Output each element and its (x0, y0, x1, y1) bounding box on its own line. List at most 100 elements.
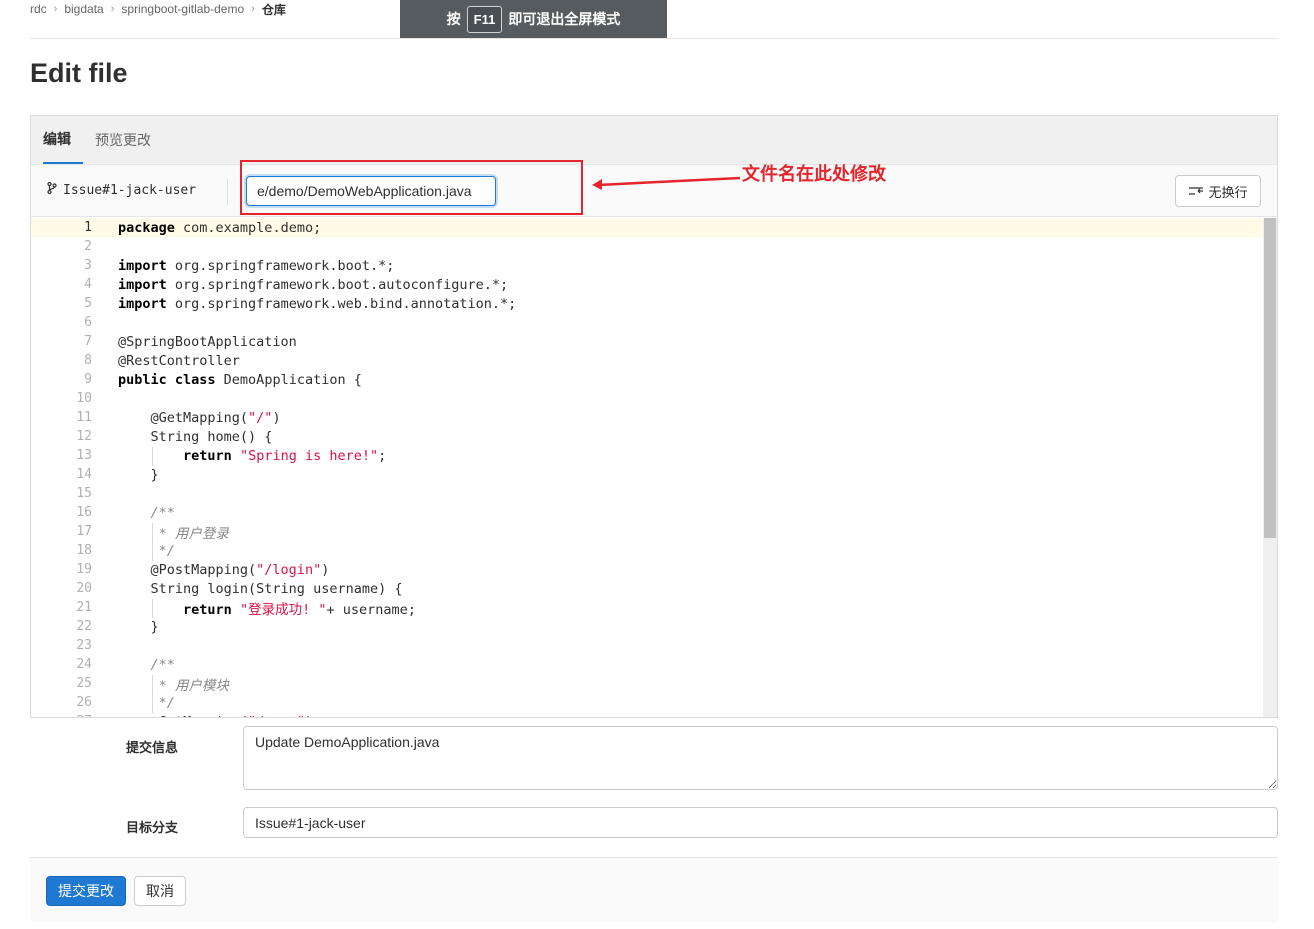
target-branch-label: 目标分支 (126, 820, 179, 835)
line-number: 19 (76, 562, 92, 577)
code-text: package com.example.demo; (92, 220, 321, 236)
line-number: 11 (76, 410, 92, 425)
code-text: @SpringBootApplication (92, 334, 297, 350)
code-line[interactable]: 21 return "登录成功! "+ username; (31, 598, 1277, 618)
code-line[interactable]: 17 * 用户登录 (31, 522, 1277, 542)
code-line[interactable]: 10 (31, 389, 1277, 408)
code-text: } (92, 467, 159, 483)
breadcrumb-separator-icon: › (251, 3, 255, 15)
breadcrumb-item[interactable]: bigdata (64, 2, 103, 16)
commit-message-field[interactable]: Update DemoApplication.java (243, 726, 1278, 790)
code-line[interactable]: 12 String home() { (31, 427, 1277, 446)
target-branch-input[interactable] (243, 807, 1278, 838)
code-token: return (183, 447, 232, 464)
branch-icon (47, 181, 57, 198)
code-line[interactable]: 25 * 用户模块 (31, 674, 1277, 694)
line-number: 14 (76, 467, 92, 482)
code-lines[interactable]: 1 package com.example.demo; 2 3 import org.s… (31, 218, 1277, 717)
soft-wrap-button[interactable]: 无换行 (1175, 175, 1261, 207)
code-line[interactable]: 11 @GetMapping("/") (31, 408, 1277, 427)
line-number: 18 (76, 543, 92, 558)
code-line[interactable]: 20 String login(String username) { (31, 579, 1277, 598)
annotation-arrow-icon (592, 176, 740, 190)
code-text: return "Spring is here!"; (92, 448, 386, 464)
form-actions: 提交更改 取消 (30, 857, 1278, 922)
breadcrumb-item[interactable]: rdc (30, 2, 47, 16)
code-token: } (118, 466, 159, 483)
code-line[interactable]: 5 import org.springframework.web.bind.ann… (31, 294, 1277, 313)
code-text: String home() { (92, 428, 273, 445)
code-text: @GetMapping("/") (92, 410, 281, 426)
code-line[interactable]: 3 import org.springframework.boot.*; (31, 256, 1277, 275)
code-token: org.springframework.web.bind.annotation.… (166, 295, 517, 312)
code-line[interactable]: 2 (31, 237, 1277, 256)
code-token: "登录成功! " (239, 601, 327, 618)
code-token: @RestController (118, 352, 240, 369)
tab-edit[interactable]: 编辑 (43, 116, 83, 164)
code-text: } (92, 619, 159, 635)
code-line[interactable]: 9 public class DemoApplication { (31, 370, 1277, 389)
code-token: import (118, 257, 167, 274)
code-token: ; (378, 447, 387, 464)
cancel-button[interactable]: 取消 (134, 876, 186, 906)
code-text: import org.springframework.boot.*; (92, 258, 394, 274)
commit-changes-button[interactable]: 提交更改 (46, 876, 126, 906)
code-token: "Spring is here!" (239, 447, 379, 464)
code-token: import (118, 276, 167, 293)
code-token: ) (321, 561, 330, 578)
indent-guide (152, 523, 153, 561)
branch-name: Issue#1-jack-user (63, 182, 197, 198)
code-text: /** (92, 657, 175, 673)
code-line[interactable]: 7 @SpringBootApplication (31, 332, 1277, 351)
editor-tabs: 编辑 预览更改 (31, 116, 1277, 165)
line-number: 22 (76, 619, 92, 634)
editor-scrollbar[interactable] (1263, 218, 1277, 717)
line-number: 25 (76, 676, 92, 691)
code-line[interactable]: 14 } (31, 465, 1277, 484)
code-text: String login(String username) { (92, 581, 403, 597)
line-number: 7 (84, 334, 92, 349)
indent-guide (152, 447, 153, 466)
code-line[interactable]: 22 } (31, 617, 1277, 636)
code-line[interactable]: 8 @RestController (31, 351, 1277, 370)
line-number: 12 (76, 429, 92, 444)
code-line[interactable]: 18 */ (31, 541, 1277, 560)
line-number: 23 (76, 638, 92, 653)
commit-message-label: 提交信息 (126, 740, 179, 755)
code-editor[interactable]: 1 package com.example.demo; 2 3 import org.s… (31, 218, 1277, 717)
breadcrumb-item[interactable]: 仓库 (262, 1, 286, 18)
tab-preview-changes[interactable]: 预览更改 (95, 116, 163, 164)
file-path-input[interactable] (246, 176, 496, 206)
code-token: String home() { (118, 428, 273, 445)
code-line[interactable]: 19 @PostMapping("/login") (31, 560, 1277, 579)
code-token: DemoApplication { (215, 371, 362, 388)
code-line[interactable]: 4 import org.springframework.boot.autocon… (31, 275, 1277, 294)
code-text: @PostMapping("/login") (92, 561, 330, 578)
code-token: com.example.demo; (174, 219, 322, 236)
line-number: 15 (76, 486, 92, 501)
line-number: 3 (84, 258, 92, 273)
code-token: import (118, 295, 167, 312)
code-line[interactable]: 16 /** (31, 503, 1277, 522)
code-line[interactable]: 1 package com.example.demo; (31, 218, 1277, 237)
code-line[interactable]: 6 (31, 313, 1277, 332)
code-token: public class (118, 371, 216, 388)
code-text: */ (92, 543, 175, 559)
code-line[interactable]: 27 @GetMapping("/user") (31, 712, 1277, 718)
code-line[interactable]: 13 return "Spring is here!"; (31, 446, 1277, 465)
code-text: @GetMapping("/user") (92, 714, 314, 718)
indent-guide (152, 599, 153, 618)
code-line[interactable]: 26 */ (31, 693, 1277, 712)
code-line[interactable]: 15 (31, 484, 1277, 503)
code-line[interactable]: 24 /** (31, 655, 1277, 674)
code-line[interactable]: 23 (31, 636, 1277, 655)
code-token: * 用户模块 (118, 677, 229, 694)
breadcrumb-item[interactable]: springboot-gitlab-demo (121, 2, 244, 16)
editor-scrollbar-thumb[interactable] (1264, 218, 1276, 538)
soft-wrap-icon (1188, 186, 1204, 196)
code-token: "/login" (256, 561, 322, 578)
line-number: 17 (76, 524, 92, 539)
line-number: 6 (84, 315, 92, 330)
line-number: 24 (76, 657, 92, 672)
